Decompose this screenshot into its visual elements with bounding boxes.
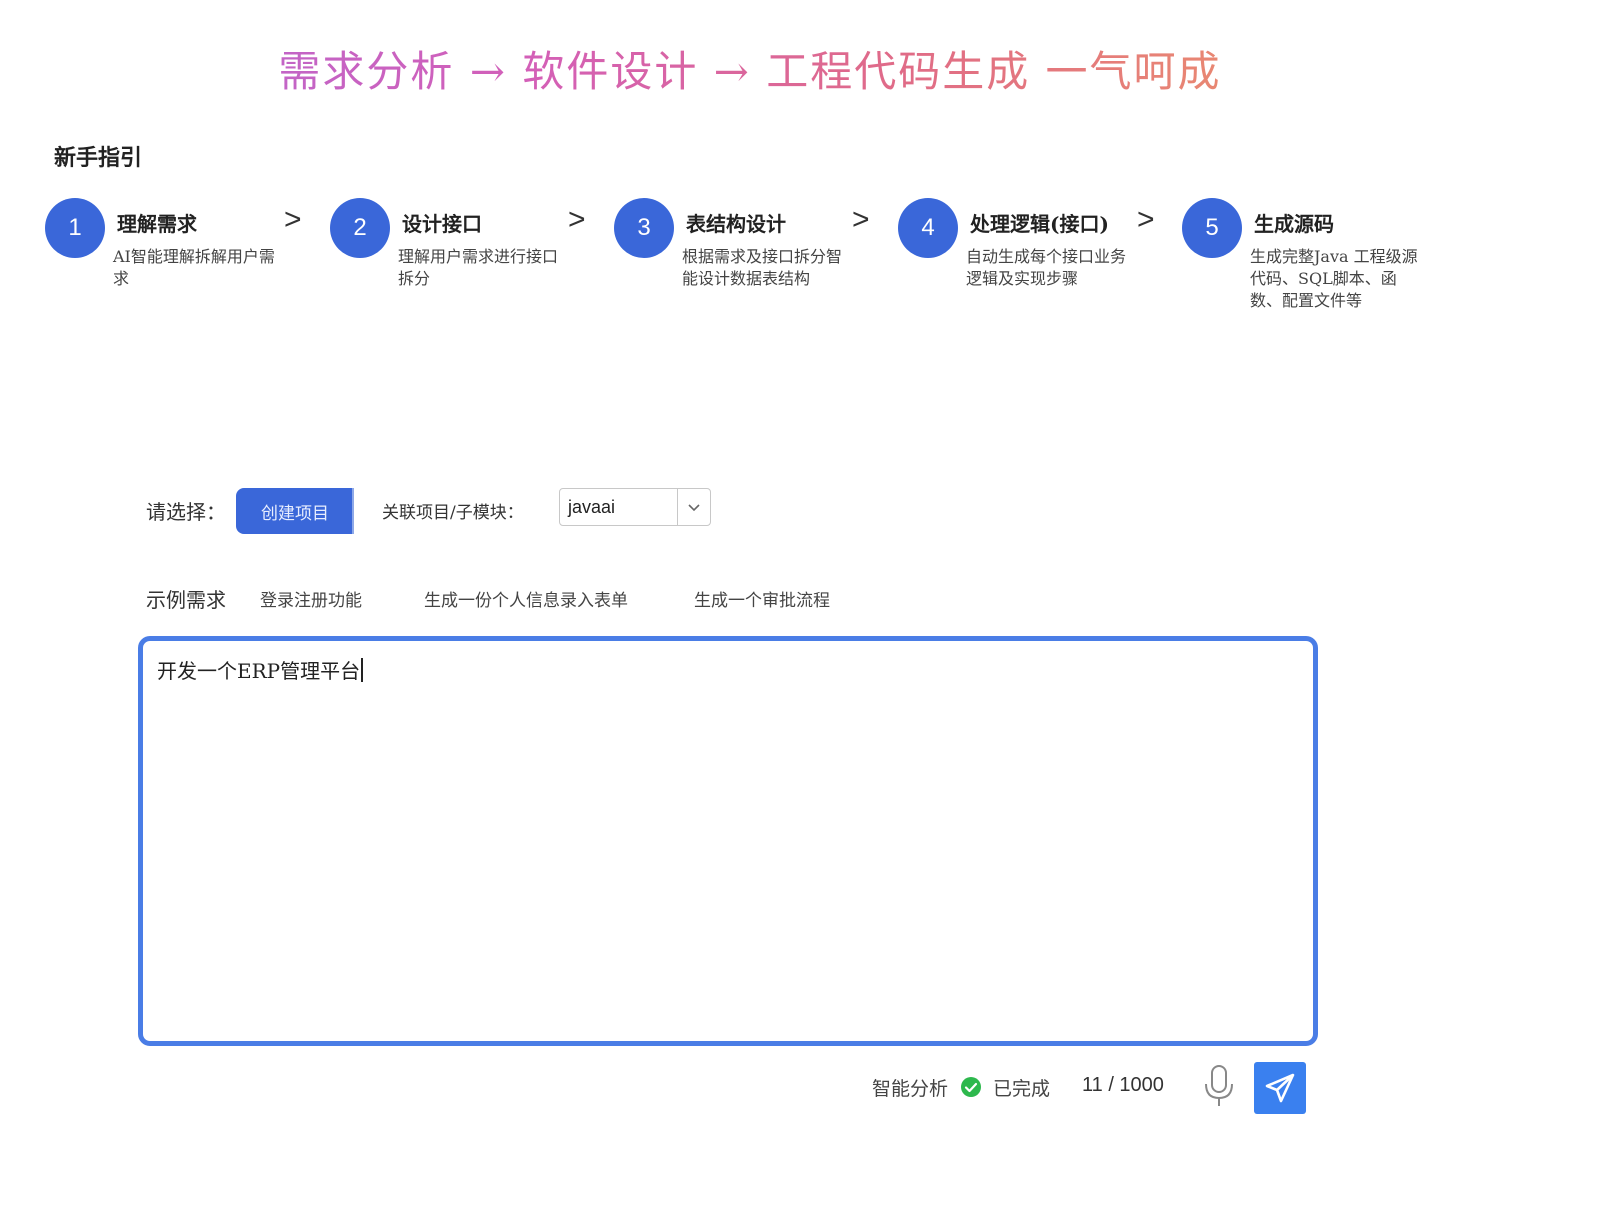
step-number: 4	[898, 198, 958, 258]
step-number: 1	[45, 198, 105, 258]
char-counter: 11 / 1000	[1082, 1074, 1164, 1096]
step-title: 设计接口	[402, 212, 482, 236]
project-select-value: javaai	[568, 497, 616, 517]
project-select[interactable]: javaai	[559, 488, 711, 526]
requirement-input[interactable]: 开发一个ERP管理平台	[138, 636, 1318, 1046]
create-project-button[interactable]: 创建项目	[236, 488, 354, 534]
send-icon	[1265, 1073, 1295, 1103]
example-item[interactable]: 生成一份个人信息录入表单	[424, 586, 628, 611]
step-desc: 生成完整Java 工程级源代码、SQL脚本、函数、配置文件等	[1250, 247, 1418, 310]
check-circle-icon	[961, 1077, 981, 1097]
requirement-input-text[interactable]: 开发一个ERP管理平台	[157, 655, 364, 684]
step-number: 2	[330, 198, 390, 258]
step-desc: 自动生成每个接口业务逻辑及实现步骤	[966, 247, 1127, 288]
example-item[interactable]: 生成一个审批流程	[694, 586, 830, 611]
smart-analysis-label: 智能分析	[872, 1078, 949, 1100]
page: 需求分析 → 软件设计 → 工程代码生成 一气呵成 新手指引 1 理解需求 AI…	[0, 0, 1597, 1219]
step-number: 3	[614, 198, 674, 258]
step-separator: >	[852, 203, 870, 236]
status-label: 已完成	[993, 1078, 1051, 1100]
guide-title: 新手指引	[54, 145, 143, 171]
select-label: 请选择：	[146, 500, 226, 524]
step-separator: >	[568, 203, 586, 236]
step-title: 生成源码	[1254, 212, 1334, 236]
example-requests: 示例需求 登录注册功能 生成一份个人信息录入表单 生成一个审批流程	[0, 584, 1597, 614]
hero-title: 需求分析 → 软件设计 → 工程代码生成 一气呵成	[0, 38, 1500, 99]
example-item[interactable]: 登录注册功能	[260, 586, 362, 611]
send-button[interactable]	[1254, 1062, 1306, 1114]
select-row: 请选择： 创建项目 关联项目/子模块： javaai	[0, 488, 1597, 538]
step-desc: 理解用户需求进行接口拆分	[398, 247, 559, 288]
step-desc: 根据需求及接口拆分智能设计数据表结构	[682, 247, 843, 288]
step-separator: >	[284, 203, 302, 236]
step-separator: >	[1137, 203, 1155, 236]
step-title: 理解需求	[117, 212, 197, 236]
text-caret	[361, 658, 364, 682]
requirement-input-value: 开发一个ERP管理平台	[157, 659, 361, 683]
step-title: 处理逻辑(接口)	[970, 212, 1109, 236]
link-project-label: 关联项目/子模块：	[382, 503, 524, 523]
step-number: 5	[1182, 198, 1242, 258]
step-desc: AI智能理解拆解用户需求	[113, 247, 275, 288]
step-title: 表结构设计	[686, 212, 786, 236]
example-label: 示例需求	[146, 588, 226, 612]
input-footer: 智能分析 已完成 11 / 1000	[0, 1062, 1597, 1116]
microphone-icon[interactable]	[1202, 1064, 1236, 1108]
chevron-down-icon[interactable]	[677, 489, 710, 525]
